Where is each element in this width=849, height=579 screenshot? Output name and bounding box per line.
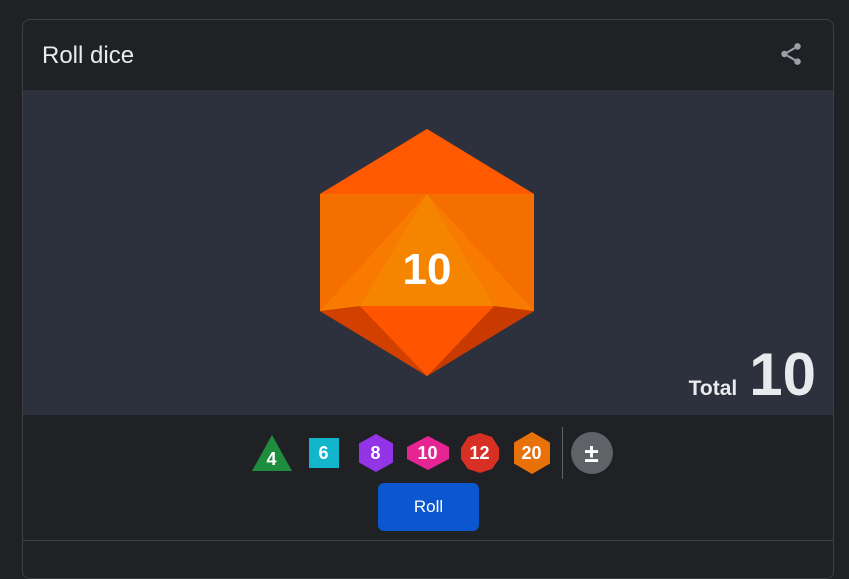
d8-button[interactable]: 8: [354, 431, 398, 475]
total-value: 10: [749, 341, 816, 408]
die-result-value: 10: [402, 245, 452, 294]
d4-label: 4: [266, 448, 277, 469]
modifier-button[interactable]: ±: [570, 432, 613, 474]
card-header: Roll dice: [23, 20, 833, 90]
total-label: Total: [688, 377, 738, 400]
dice-roller-card: Roll dice 10 Total 10 4 6 8 10 12 20 ± R…: [22, 19, 834, 579]
dice-selector: 4 6 8 10 12 20 ±: [23, 425, 833, 481]
d20-button[interactable]: 20: [510, 431, 554, 475]
rolled-d20-die: 10: [319, 126, 535, 376]
d6-label: 6: [318, 442, 329, 463]
total-display: Total 10: [689, 345, 816, 405]
share-icon: [781, 43, 801, 65]
d10-label: 10: [417, 442, 438, 463]
d6-button[interactable]: 6: [302, 431, 346, 475]
d20-label: 20: [521, 442, 542, 463]
d8-label: 8: [370, 442, 381, 463]
dice-stage: 10 Total 10: [23, 90, 833, 415]
footer-divider: [23, 540, 833, 541]
d12-button[interactable]: 12: [458, 431, 502, 475]
divider: [561, 427, 563, 479]
roll-button[interactable]: Roll: [378, 483, 479, 531]
plus-minus-icon: ±: [584, 438, 599, 468]
card-title: Roll dice: [42, 42, 135, 69]
d4-button[interactable]: 4: [250, 431, 294, 475]
share-button[interactable]: [775, 38, 807, 70]
d12-label: 12: [469, 442, 490, 463]
d10-button[interactable]: 10: [406, 431, 450, 475]
